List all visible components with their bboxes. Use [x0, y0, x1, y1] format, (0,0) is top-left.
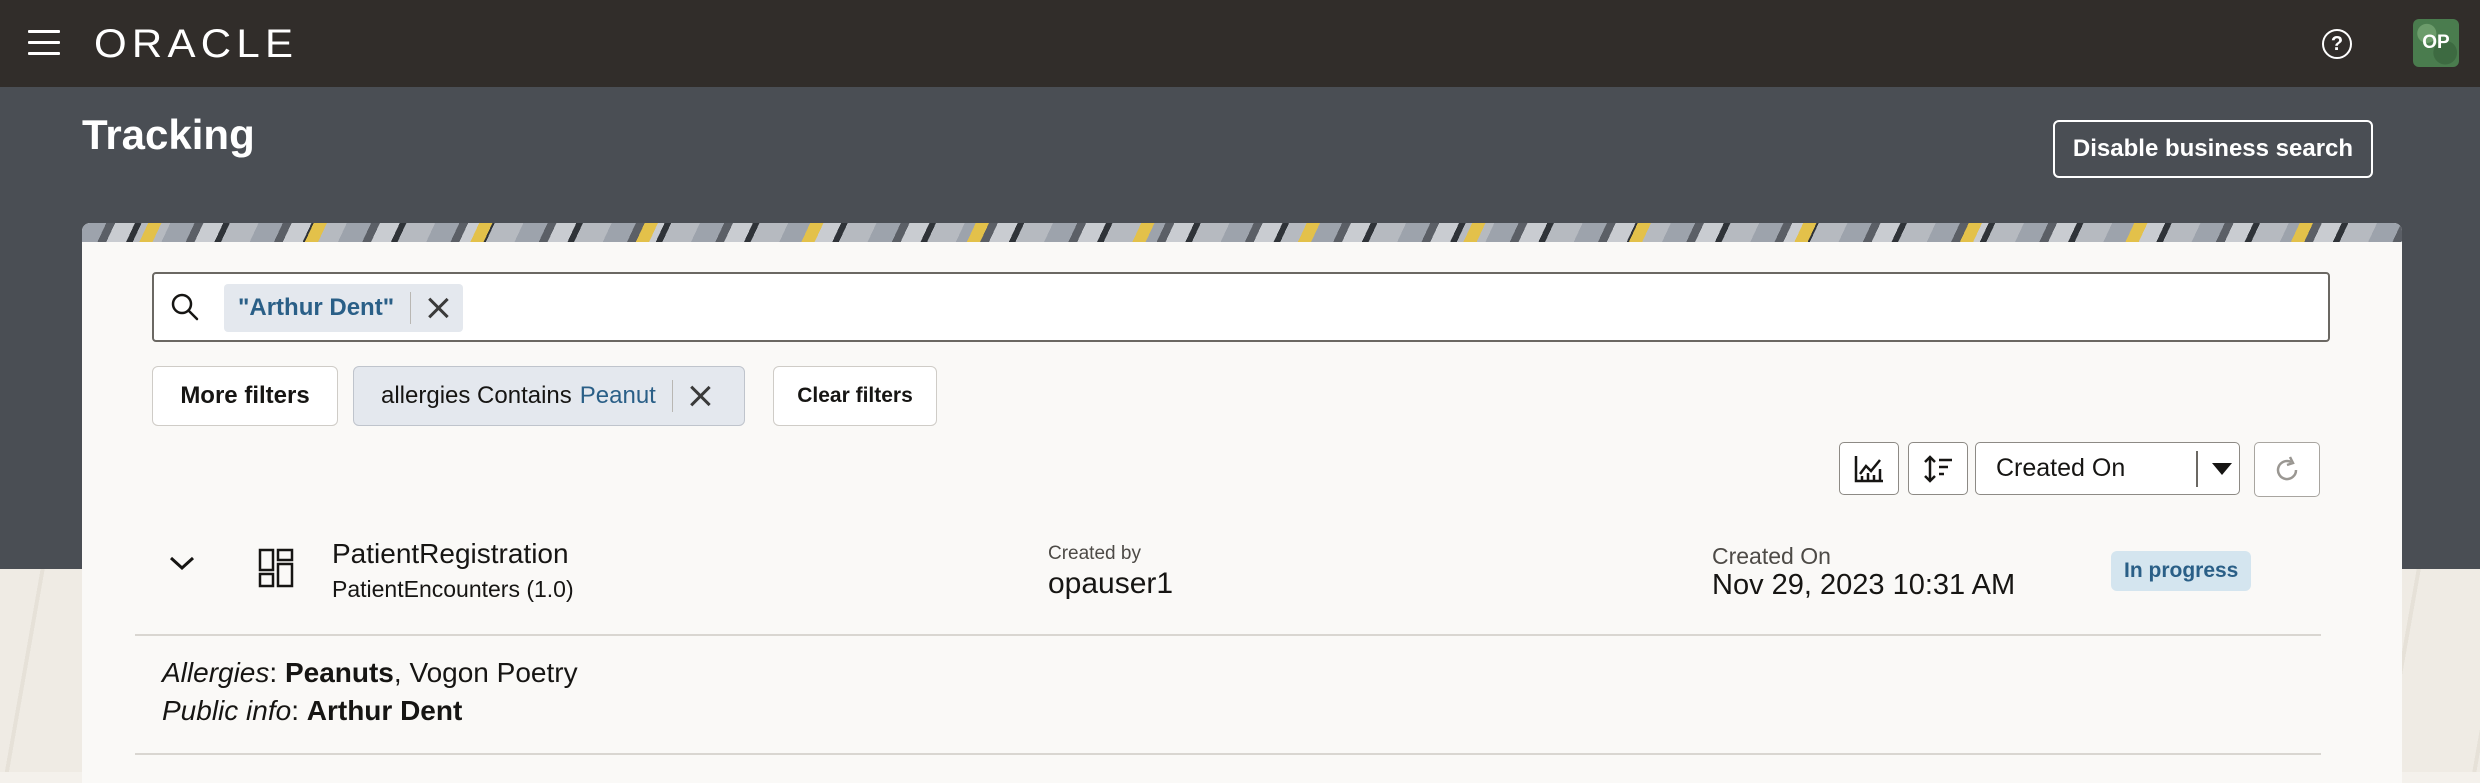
- search-input[interactable]: "Arthur Dent": [152, 272, 2330, 342]
- detail-public-info: Public info: Arthur Dent: [162, 695, 462, 727]
- search-term-chip: "Arthur Dent": [224, 284, 464, 332]
- detail-rest: , Vogon Poetry: [393, 657, 578, 688]
- detail-label: Allergies: [162, 657, 270, 688]
- chart-view-button[interactable]: [1839, 442, 1899, 495]
- row-divider: [135, 634, 2321, 636]
- search-icon: [171, 293, 199, 321]
- page-title: Tracking: [82, 111, 255, 158]
- decorative-banner: [82, 223, 2402, 242]
- created-on-value: Nov 29, 2023 10:31 AM: [1712, 569, 2016, 601]
- detail-highlight: Peanuts: [284, 657, 394, 688]
- row-divider: [135, 753, 2321, 755]
- filter-field-text: allergies Contains: [381, 382, 572, 409]
- help-icon[interactable]: ?: [2322, 29, 2352, 59]
- search-chip-text: "Arthur Dent": [238, 294, 395, 321]
- sort-order-button[interactable]: [1908, 442, 1968, 495]
- select-divider: [2196, 450, 2198, 487]
- remove-filter-icon[interactable]: [689, 385, 711, 407]
- disable-business-search-button[interactable]: Disable business search: [2053, 120, 2373, 178]
- chart-icon: [1854, 455, 1883, 482]
- clear-filters-button[interactable]: Clear filters: [773, 366, 937, 426]
- sort-by-value: Created On: [1996, 454, 2126, 482]
- detail-allergies: Allergies: Peanuts, Vogon Poetry: [162, 657, 578, 689]
- sort-order-icon: [1924, 454, 1952, 483]
- process-name-link[interactable]: PatientRegistration: [332, 538, 569, 570]
- created-by-label: Created by: [1048, 543, 1141, 564]
- refresh-button[interactable]: [2254, 442, 2320, 497]
- process-subtitle: PatientEncounters (1.0): [332, 576, 574, 602]
- refresh-icon: [2276, 455, 2298, 480]
- status-badge: In progress: [2111, 551, 2252, 591]
- hamburger-menu-icon[interactable]: [28, 30, 60, 56]
- tracking-card: "Arthur Dent" More filters allergies Con…: [82, 223, 2402, 783]
- sort-by-select[interactable]: Created On: [1975, 442, 2240, 495]
- remove-search-term-icon[interactable]: [427, 297, 449, 319]
- detail-separator: :: [269, 657, 285, 688]
- process-dashboard-icon: [258, 548, 294, 593]
- chevron-down-icon: [2211, 462, 2232, 475]
- filter-value-text: Peanut: [579, 382, 656, 409]
- created-by-value: opauser1: [1048, 567, 1174, 600]
- created-on-label: Created On: [1712, 543, 1831, 569]
- detail-separator: :: [291, 695, 307, 726]
- detail-highlight: Arthur Dent: [306, 695, 463, 726]
- oracle-logo: ORACLE: [94, 22, 299, 66]
- user-avatar[interactable]: OP: [2413, 19, 2459, 67]
- top-navigation-bar: ORACLE ? OP: [0, 0, 2480, 87]
- chip-divider: [410, 292, 412, 324]
- active-filter-chip: allergies Contains Peanut: [353, 366, 745, 426]
- more-filters-button[interactable]: More filters: [152, 366, 338, 426]
- chip-divider: [671, 380, 673, 412]
- detail-label: Public info: [162, 695, 292, 726]
- expand-row-chevron-icon[interactable]: [168, 553, 196, 578]
